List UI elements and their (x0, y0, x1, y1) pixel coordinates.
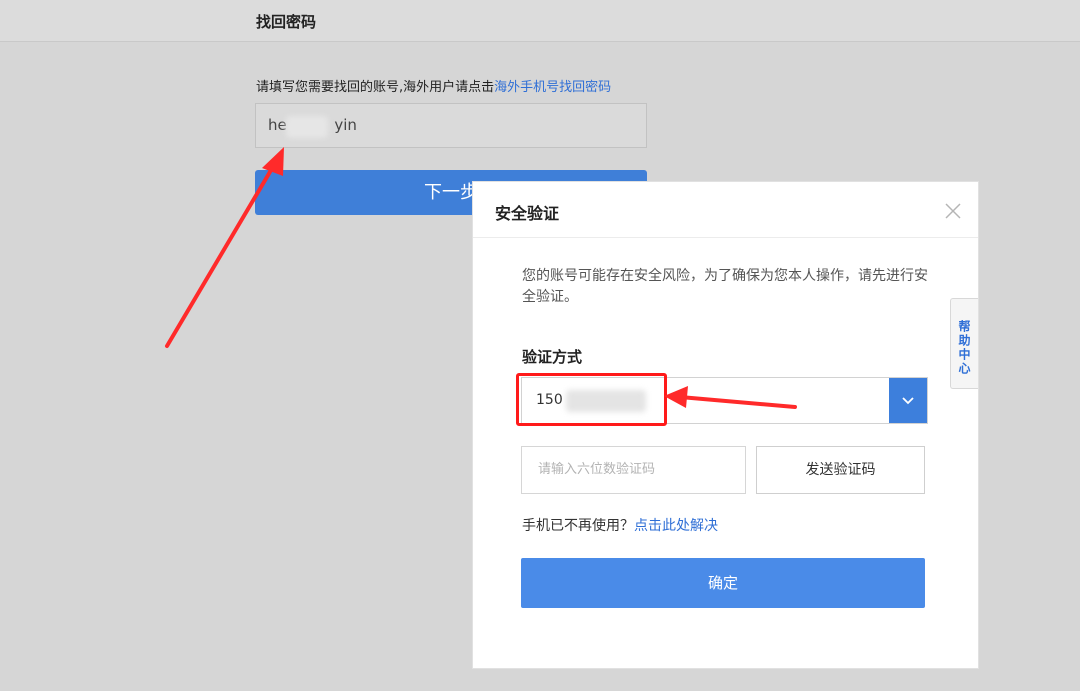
recover-instruction: 请填写您需要找回的账号,海外用户请点击海外手机号找回密码 (256, 76, 611, 95)
phone-unavailable-help: 手机已不再使用？点击此处解决 (522, 515, 718, 535)
page-title: 找回密码 (256, 13, 317, 31)
top-header: 找回密码 (0, 0, 1080, 42)
confirm-button[interactable]: 确定 (521, 558, 925, 608)
instruction-text: 请填写您需要找回的账号,海外用户请点击 (256, 80, 495, 95)
help-center-tab[interactable]: 帮助中心 (950, 298, 978, 389)
account-value-prefix: he (268, 116, 287, 134)
phone-help-text: 手机已不再使用？ (522, 518, 634, 534)
modal-title: 安全验证 (495, 204, 560, 223)
account-value-suffix: yin (334, 116, 357, 134)
close-icon[interactable] (944, 202, 962, 220)
chevron-down-icon (902, 397, 914, 405)
overseas-recovery-link[interactable]: 海外手机号找回密码 (494, 80, 611, 95)
security-risk-description: 您的账号可能存在安全风险，为了确保为您本人操作，请先进行安全验证。 (522, 268, 928, 305)
resolve-link[interactable]: 点击此处解决 (634, 518, 718, 534)
redaction-blur (286, 116, 328, 138)
select-dropdown-button[interactable] (889, 378, 927, 423)
account-input[interactable]: he yin (255, 103, 647, 148)
modal-header: 安全验证 (473, 182, 978, 238)
security-verification-modal: 安全验证 您的账号可能存在安全风险，为了确保为您本人操作，请先进行安全验证。 验… (472, 181, 979, 669)
annotation-highlight-box (516, 373, 667, 426)
verification-method-label: 验证方式 (522, 348, 583, 366)
verification-code-input[interactable]: 请输入六位数验证码 (521, 446, 746, 494)
send-code-button[interactable]: 发送验证码 (756, 446, 925, 494)
